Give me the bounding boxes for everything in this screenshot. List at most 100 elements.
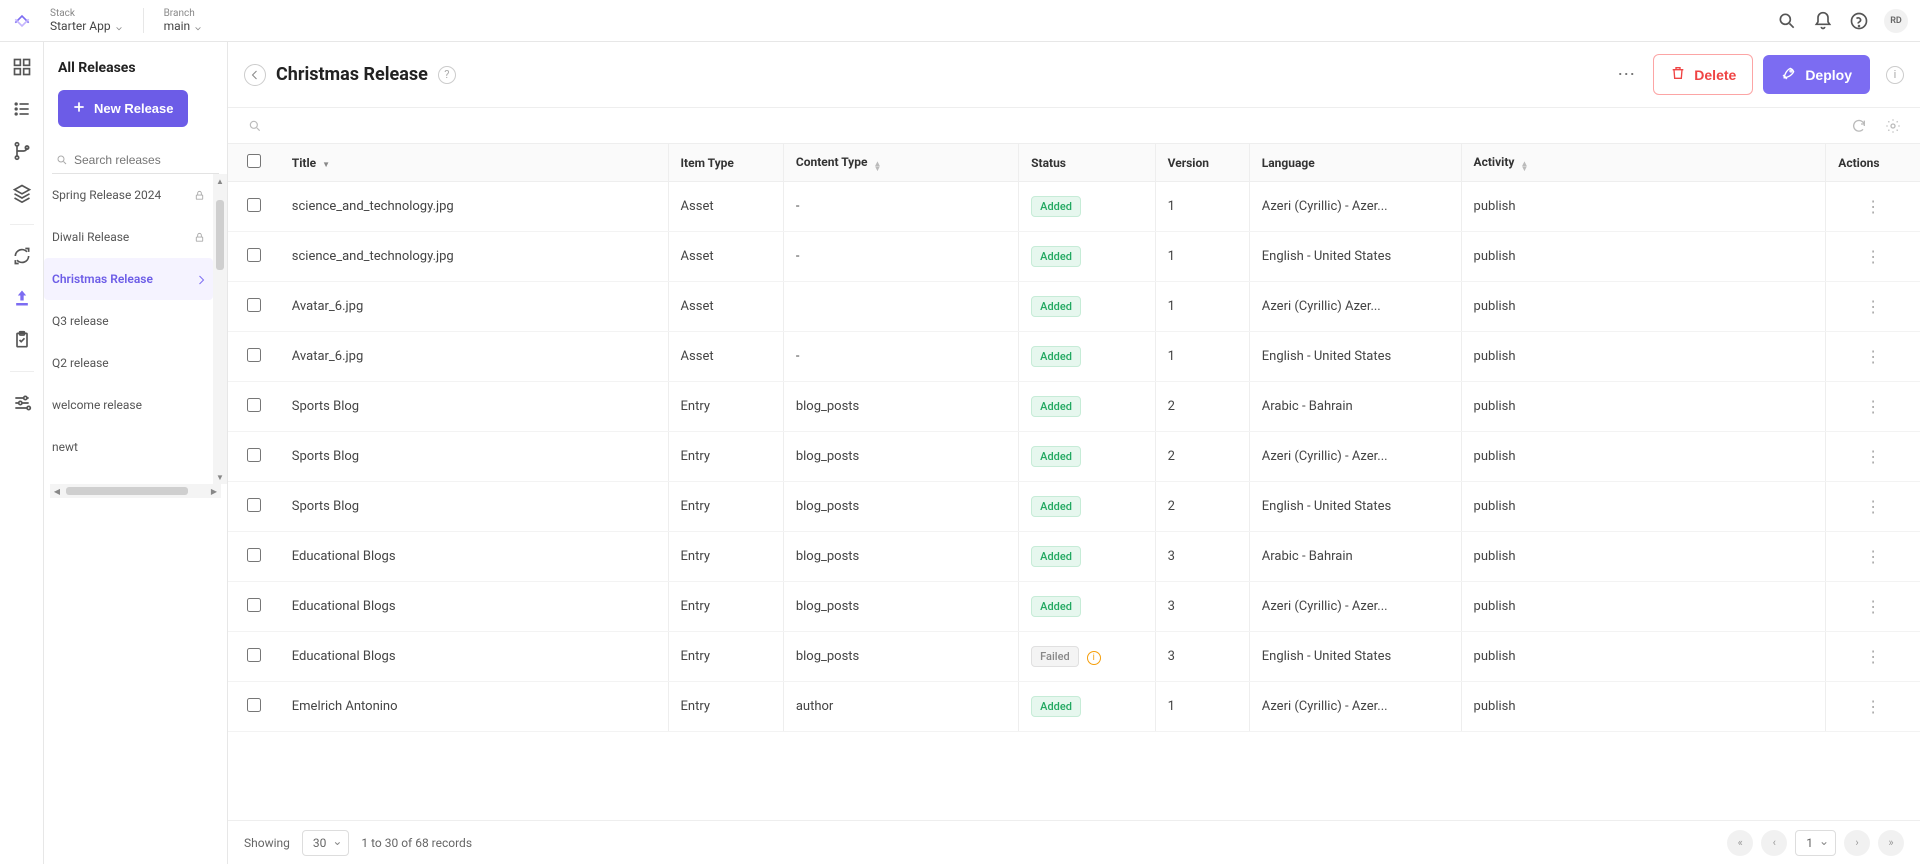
cell-content-type: blog_posts [783,432,1018,482]
cell-version: 1 [1155,332,1249,382]
column-version[interactable]: Version [1155,144,1249,182]
release-item-label: Q3 release [52,314,109,328]
row-checkbox[interactable] [247,448,261,462]
cell-title: Sports Blog [280,482,668,532]
row-checkbox[interactable] [247,698,261,712]
app-logo-icon[interactable] [12,11,32,31]
cell-activity: publish [1461,682,1826,732]
new-release-label: New Release [94,101,174,116]
release-item[interactable]: Q2 release [44,342,213,384]
first-page-button[interactable]: « [1727,830,1753,856]
clipboard-icon[interactable] [11,329,33,351]
branch-icon[interactable] [11,140,33,162]
stack-selector[interactable]: Stack Starter App [50,8,144,33]
cell-title: Educational Blogs [280,582,668,632]
release-item[interactable]: Spring Release 2024 [44,174,213,216]
cell-content-type: blog_posts [783,532,1018,582]
showing-label: Showing [244,836,290,850]
row-checkbox[interactable] [247,548,261,562]
info-icon[interactable]: i [1886,66,1904,84]
release-item[interactable]: Diwali Release [44,216,213,258]
more-actions-button[interactable]: ⋯ [1611,64,1643,85]
refresh-icon[interactable] [1848,115,1870,137]
row-actions-button[interactable]: ⋮ [1826,332,1920,382]
cell-version: 2 [1155,482,1249,532]
row-actions-button[interactable]: ⋮ [1826,282,1920,332]
scroll-left-arrow-icon[interactable]: ◀ [50,484,64,498]
search-releases-input[interactable] [52,147,219,174]
sync-icon[interactable] [11,245,33,267]
prev-page-button[interactable]: ‹ [1761,830,1787,856]
search-icon[interactable] [1776,10,1798,32]
row-actions-button[interactable]: ⋮ [1826,382,1920,432]
table-settings-icon[interactable] [1882,115,1904,137]
layers-icon[interactable] [11,182,33,204]
release-item[interactable]: Christmas Release [44,258,213,300]
page-size-select[interactable]: 30 [302,830,350,856]
search-icon [56,154,68,166]
upload-icon[interactable] [11,287,33,309]
release-item[interactable]: welcome release [44,384,213,426]
deploy-button[interactable]: Deploy [1763,55,1870,94]
row-actions-button[interactable]: ⋮ [1826,182,1920,232]
status-badge: Added [1031,446,1081,467]
row-actions-button[interactable]: ⋮ [1826,532,1920,582]
status-badge: Added [1031,546,1081,567]
next-page-button[interactable]: › [1844,830,1870,856]
release-item[interactable]: Q3 release [44,300,213,342]
row-actions-button[interactable]: ⋮ [1826,232,1920,282]
cell-item-type: Entry [668,582,783,632]
page-number-select[interactable]: 1 [1795,830,1836,856]
row-checkbox[interactable] [247,298,261,312]
release-item[interactable]: newt [44,426,213,468]
delete-button[interactable]: Delete [1653,54,1753,95]
column-status[interactable]: Status [1019,144,1155,182]
cell-item-type: Entry [668,532,783,582]
row-checkbox[interactable] [247,398,261,412]
table-row: Emelrich AntoninoEntryauthorAdded1Azeri … [228,682,1920,732]
table-search-icon[interactable] [244,115,266,137]
bell-icon[interactable] [1812,10,1834,32]
last-page-button[interactable]: » [1878,830,1904,856]
cell-content-type: - [783,332,1018,382]
help-icon[interactable] [1848,10,1870,32]
settings-icon[interactable] [11,392,33,414]
cell-status: Failedi [1019,632,1155,682]
row-checkbox[interactable] [247,348,261,362]
list-icon[interactable] [11,98,33,120]
dashboard-icon[interactable] [11,56,33,78]
fail-info-icon[interactable]: i [1087,651,1101,665]
row-checkbox[interactable] [247,598,261,612]
scrollbar-horizontal[interactable]: ◀ ▶ [50,484,221,498]
row-actions-button[interactable]: ⋮ [1826,632,1920,682]
scrollbar-vertical[interactable]: ▲ ▼ [213,174,227,484]
page-help-icon[interactable]: ? [438,66,456,84]
deploy-label: Deploy [1805,67,1852,83]
cell-language: Azeri (Cyrillic) - Azer... [1249,432,1461,482]
row-checkbox[interactable] [247,198,261,212]
column-title[interactable]: Title▼ [280,144,668,182]
column-activity[interactable]: Activity▲▼ [1461,144,1826,182]
scroll-right-arrow-icon[interactable]: ▶ [207,484,221,498]
row-actions-button[interactable]: ⋮ [1826,582,1920,632]
topbar: Stack Starter App Branch main RD [0,0,1920,42]
column-content-type[interactable]: Content Type▲▼ [783,144,1018,182]
column-language[interactable]: Language [1249,144,1461,182]
select-all-checkbox[interactable] [247,154,261,168]
row-checkbox[interactable] [247,498,261,512]
row-checkbox[interactable] [247,248,261,262]
row-checkbox[interactable] [247,648,261,662]
sort-icon: ▲▼ [873,161,881,171]
row-actions-button[interactable]: ⋮ [1826,682,1920,732]
back-button[interactable] [244,64,266,86]
column-item-type[interactable]: Item Type [668,144,783,182]
row-actions-button[interactable]: ⋮ [1826,432,1920,482]
scroll-up-arrow-icon[interactable]: ▲ [213,174,227,188]
user-avatar[interactable]: RD [1884,9,1908,33]
row-actions-button[interactable]: ⋮ [1826,482,1920,532]
scroll-down-arrow-icon[interactable]: ▼ [213,470,227,484]
delete-label: Delete [1694,67,1736,83]
cell-language: English - United States [1249,482,1461,532]
new-release-button[interactable]: New Release [58,90,188,127]
branch-selector[interactable]: Branch main [164,8,223,33]
